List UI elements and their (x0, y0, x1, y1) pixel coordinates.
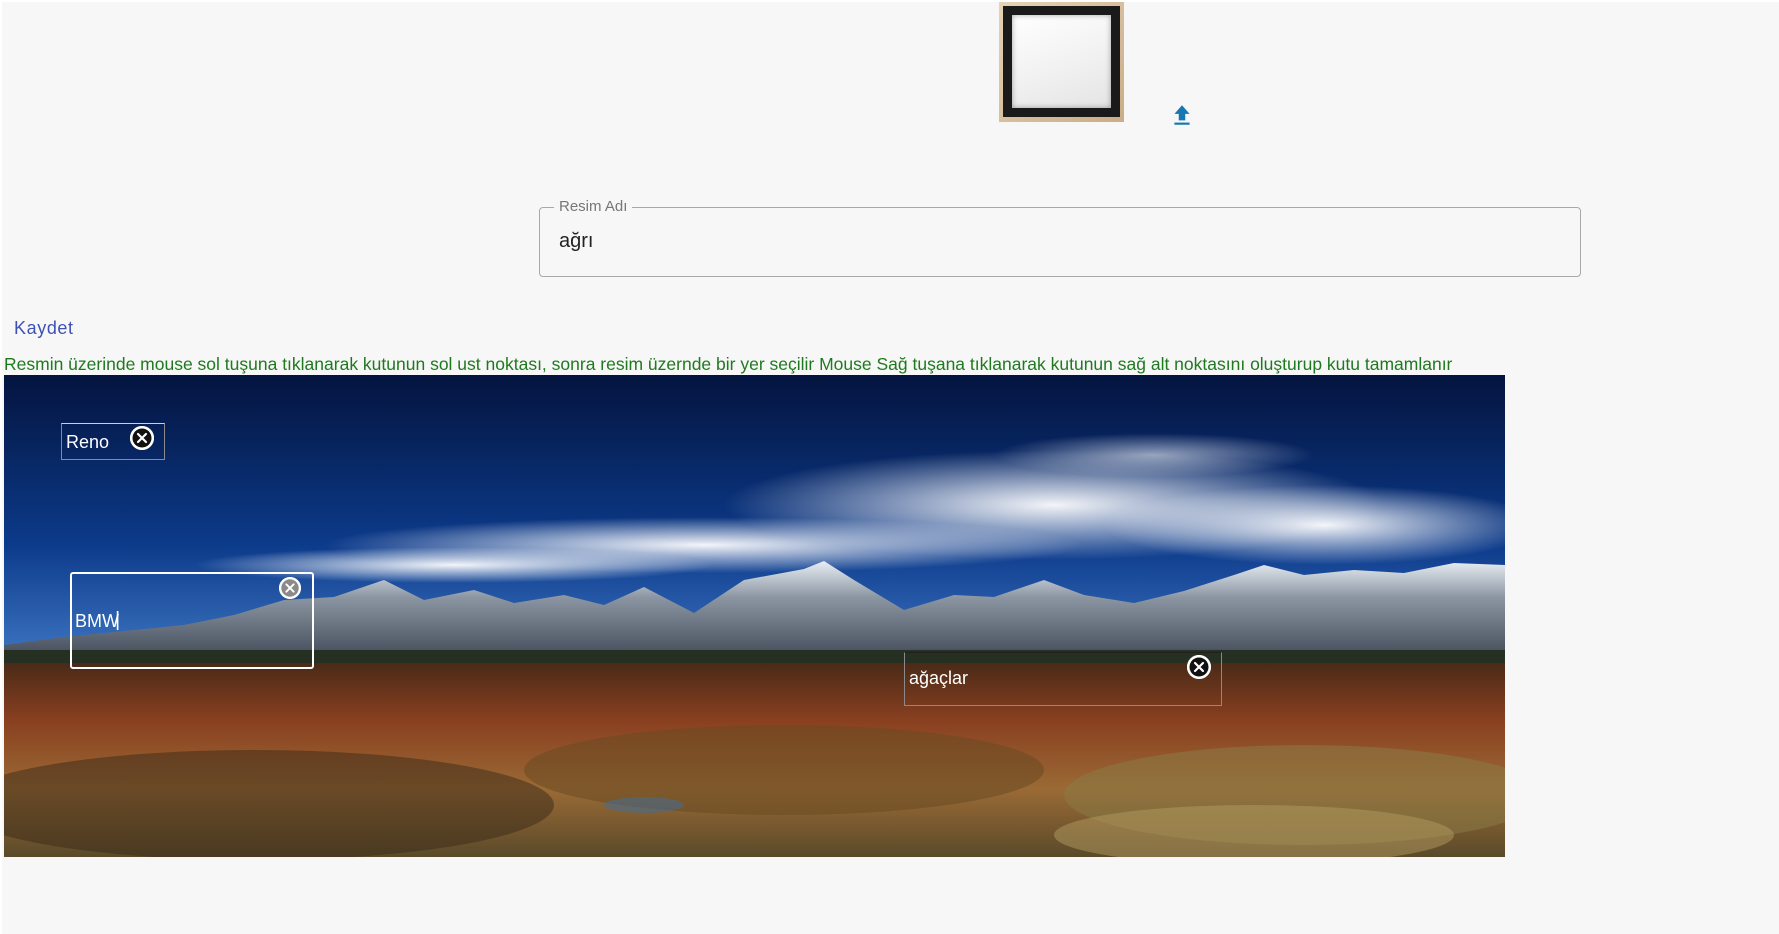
thumbnail-frame (1003, 6, 1120, 117)
upload-arrow-icon (1174, 105, 1190, 125)
annotation-box[interactable]: Reno (61, 423, 165, 460)
instruction-text: Resmin üzerinde mouse sol tuşuna tıklana… (4, 354, 1453, 374)
thumbnail-mat (1012, 15, 1111, 108)
save-button[interactable]: Kaydet (14, 318, 74, 339)
remove-annotation-button[interactable] (279, 577, 301, 599)
close-circle-icon (279, 577, 301, 599)
annotation-box[interactable]: ağaçlar (904, 652, 1222, 706)
annotation-label: ağaçlar (909, 668, 969, 688)
remove-annotation-button[interactable] (130, 426, 154, 450)
image-thumbnail (999, 2, 1124, 122)
image-name-label: Resim Adı (554, 198, 633, 216)
annotation-label: BMW (75, 611, 119, 631)
remove-annotation-button[interactable] (1187, 655, 1211, 679)
upload-button[interactable] (1169, 102, 1195, 128)
page: Resim Adı Kaydet Resmin üzerinde mouse s… (2, 2, 1779, 934)
close-circle-icon (130, 426, 154, 450)
annotation-label: Reno (66, 432, 110, 452)
image-name-field: Resim Adı (539, 198, 1581, 277)
close-circle-icon (1187, 655, 1211, 679)
annotation-canvas[interactable]: Reno BMW | ağaçlar (4, 375, 1505, 857)
annotation-box-selected[interactable]: BMW | (70, 572, 314, 669)
image-name-input[interactable] (559, 230, 1549, 253)
text-cursor: | (115, 609, 121, 631)
